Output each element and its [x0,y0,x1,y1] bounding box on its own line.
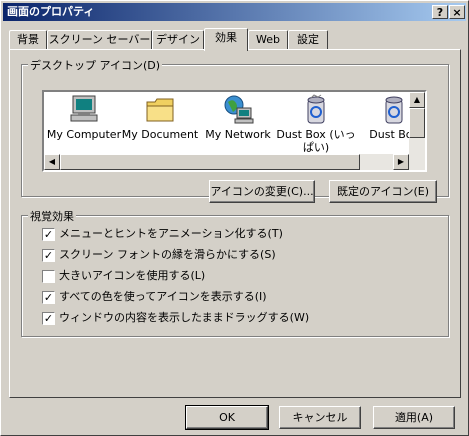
horizontal-scrollbar[interactable]: ◀ ▶ [44,154,425,170]
icon-label: My Document [121,128,199,141]
scroll-left-icon[interactable]: ◀ [44,154,60,170]
desktop-icon-list[interactable]: My Computer My Document My Network Dust … [42,90,427,172]
default-icon-button[interactable]: 既定のアイコン(E) [329,180,437,203]
icon-label: My Network [205,128,271,141]
tab-effects[interactable]: 効果 [204,28,248,51]
checkbox-checked-icon[interactable]: ✓ [42,228,55,241]
close-button[interactable]: × [449,5,465,19]
horizontal-scroll-thumb[interactable] [60,154,360,170]
desktop-icons-group-label: デスクトップ アイコン(D) [28,57,162,73]
icon-label: My Computer [46,128,122,141]
effects-panel: デスクトップ アイコン(D) My Computer My Document M… [9,49,461,398]
tab-design[interactable]: デザイン [152,30,204,49]
desktop-icons-group: デスクトップ アイコン(D) My Computer My Document M… [21,57,449,203]
checkbox-checked-icon[interactable]: ✓ [42,312,55,325]
visual-effects-group: 視覚効果 ✓ メニューとヒントをアニメーション化する(T) ✓ スクリーン フォ… [21,208,449,337]
tab-background[interactable]: 背景 [9,30,47,49]
title-bar[interactable]: 画面のプロパティ ? × [3,3,466,21]
tab-web[interactable]: Web [248,30,288,49]
checkbox-label: メニューとヒントをアニメーション化する(T) [59,227,283,240]
icon-label: Dust Box (いっぱい) [276,128,356,154]
scroll-up-icon[interactable]: ▲ [409,92,425,108]
checkbox-label: 大きいアイコンを使用する(L) [59,269,206,282]
scroll-right-icon[interactable]: ▶ [393,154,409,170]
folder-icon [146,98,174,122]
checkbox-checked-icon[interactable]: ✓ [42,249,55,262]
tab-settings[interactable]: 設定 [288,30,328,49]
network-icon [224,95,254,124]
list-item[interactable]: My Network [198,94,278,141]
list-item[interactable]: My Document [120,94,200,141]
vertical-scroll-thumb[interactable] [409,108,425,138]
list-item[interactable]: Dust Box (いっぱい) [276,94,356,154]
change-icon-button[interactable]: アイコンの変更(C)... [209,180,315,203]
help-button[interactable]: ? [432,5,448,19]
checkbox-label: スクリーン フォントの縁を滑らかにする(S) [59,248,276,261]
visual-effects-group-label: 視覚効果 [28,208,76,224]
checkbox-checked-icon[interactable]: ✓ [42,291,55,304]
list-item[interactable]: My Computer [44,94,124,141]
window-title: 画面のプロパティ [7,5,95,18]
full-recycle-bin-icon [307,94,325,124]
tab-screensaver[interactable]: スクリーン セーバー [47,30,152,49]
ok-button[interactable]: OK [185,405,269,430]
computer-icon [70,95,98,122]
checkbox-label: ウィンドウの内容を表示したままドラッグする(W) [59,311,310,324]
checkbox-unchecked-icon[interactable] [42,270,55,283]
display-properties-dialog: 画面のプロパティ ? × 背景 スクリーン セーバー デザイン 効果 Web 設… [0,0,469,436]
cancel-button[interactable]: キャンセル [279,406,361,429]
checkbox-label: すべての色を使ってアイコンを表示する(I) [59,290,267,303]
vertical-scrollbar[interactable]: ▲ [409,92,425,154]
recycle-bin-icon [385,96,403,124]
apply-button[interactable]: 適用(A) [373,406,455,429]
